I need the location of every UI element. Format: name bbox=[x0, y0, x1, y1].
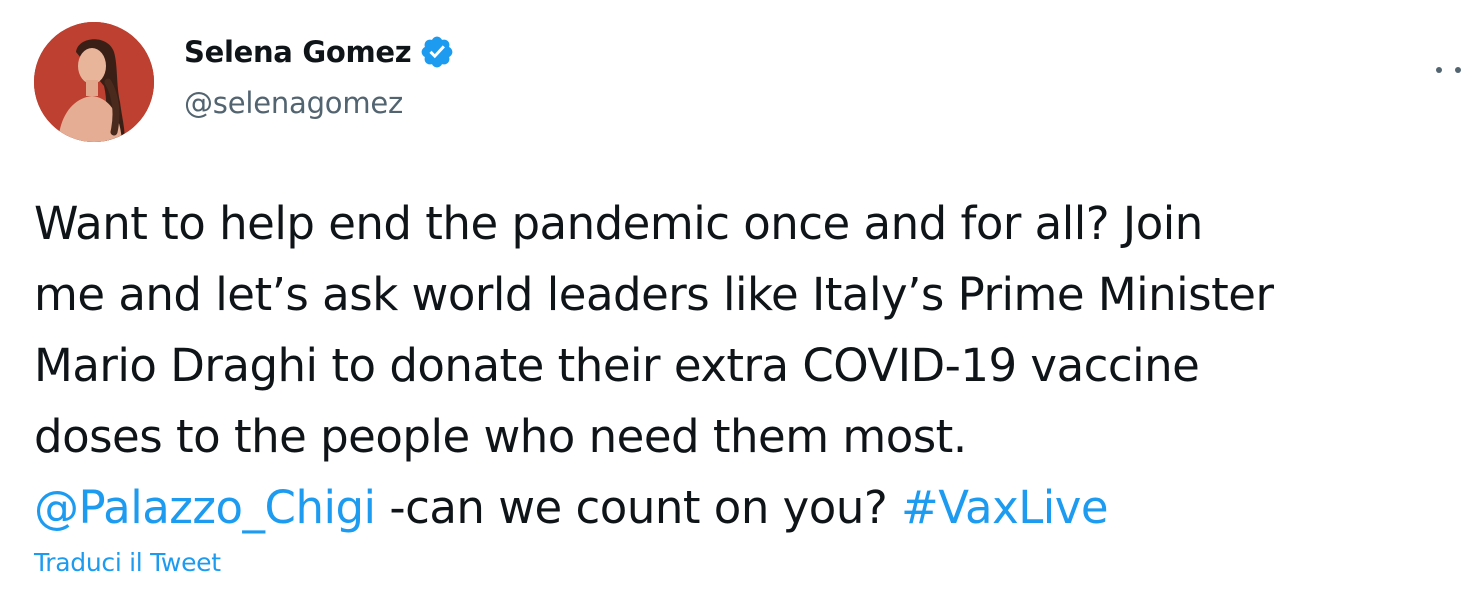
display-name[interactable]: Selena Gomez bbox=[184, 35, 412, 69]
hashtag-link[interactable]: #VaxLive bbox=[901, 481, 1109, 534]
profile-photo-icon bbox=[34, 22, 154, 142]
more-dot bbox=[1436, 67, 1442, 73]
tweet-line-last: @Palazzo_Chigi -can we count on you? #Va… bbox=[34, 472, 1454, 543]
tweet-line: me and let’s ask world leaders like Ital… bbox=[34, 268, 1274, 321]
avatar[interactable] bbox=[34, 22, 154, 142]
translate-tweet-link[interactable]: Traduci il Tweet bbox=[34, 548, 221, 577]
author-names: Selena Gomez @selenagomez bbox=[184, 30, 455, 120]
mention-link[interactable]: @Palazzo_Chigi bbox=[34, 481, 376, 534]
more-dot bbox=[1455, 67, 1461, 73]
tweet-text: Want to help end the pandemic once and f… bbox=[34, 188, 1454, 543]
name-row: Selena Gomez bbox=[184, 30, 455, 74]
tweet-header: Selena Gomez @selenagomez bbox=[34, 22, 1461, 142]
tweet-card: Selena Gomez @selenagomez Want to help e… bbox=[0, 0, 1467, 594]
tweet-middle-text: -can we count on you? bbox=[375, 481, 902, 534]
tweet-line: Want to help end the pandemic once and f… bbox=[34, 197, 1203, 250]
verified-badge-icon bbox=[419, 34, 455, 70]
handle[interactable]: @selenagomez bbox=[184, 86, 455, 120]
more-horizontal-icon[interactable] bbox=[1436, 58, 1467, 82]
tweet-line: Mario Draghi to donate their extra COVID… bbox=[34, 339, 1200, 392]
tweet-line: doses to the people who need them most. bbox=[34, 410, 967, 463]
